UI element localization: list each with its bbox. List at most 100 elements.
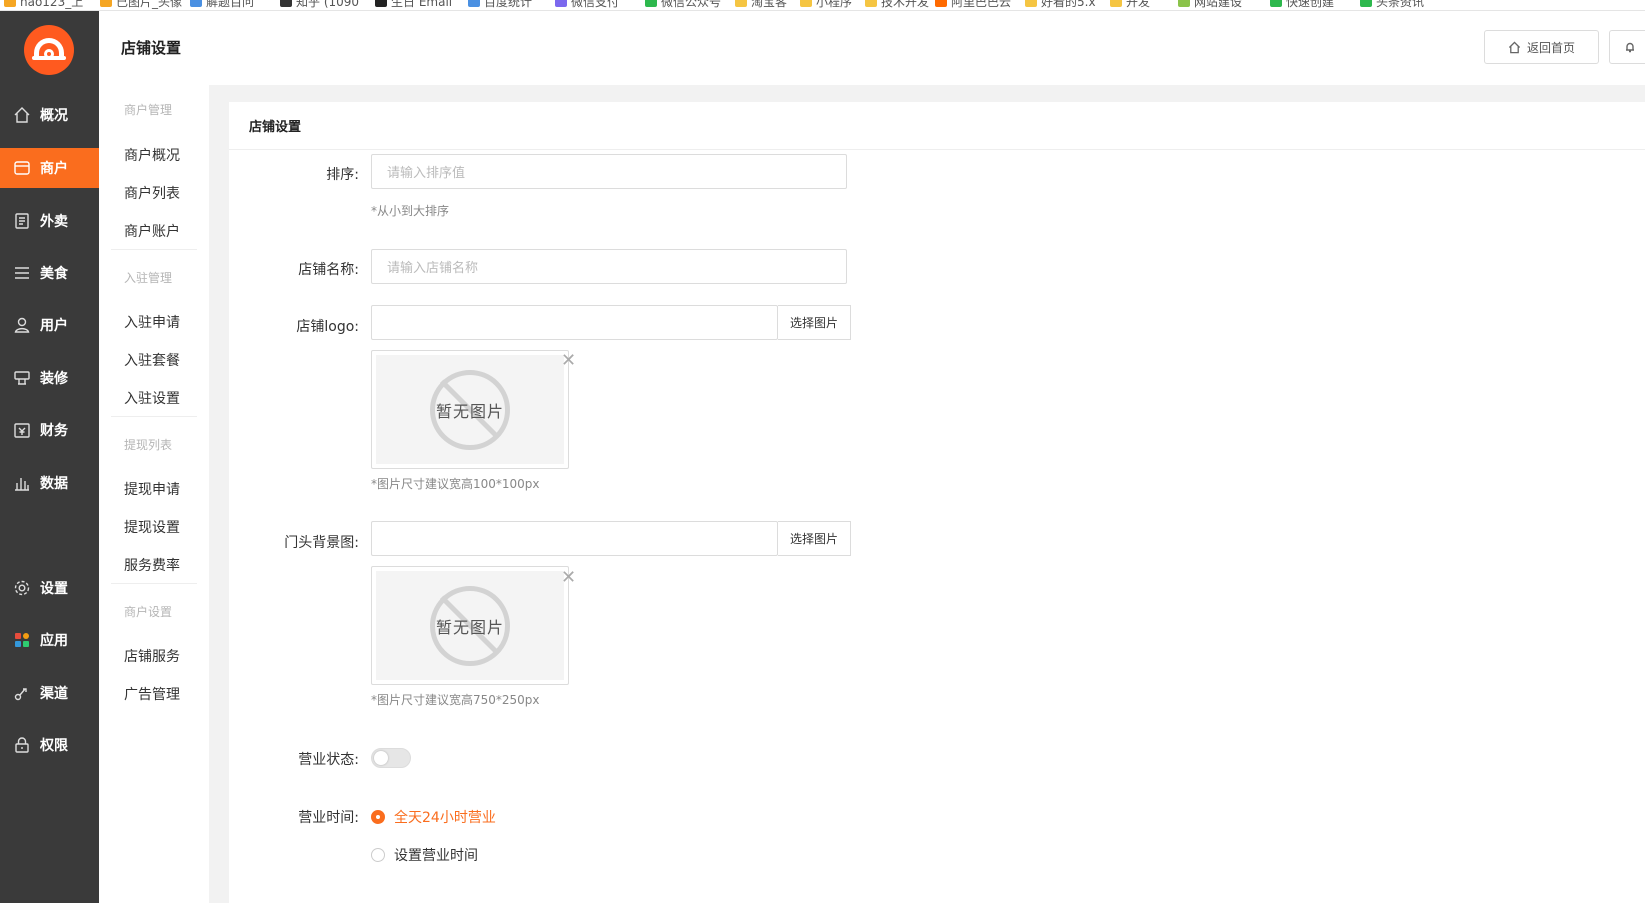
chart-icon <box>13 474 31 492</box>
submenu-item-ad-management[interactable]: 广告管理 <box>124 684 180 704</box>
bookmark-favicon-icon <box>1360 0 1372 7</box>
section-title: 店铺设置 <box>229 102 1645 150</box>
apps-icon <box>13 631 31 649</box>
shop-name-input[interactable]: 请输入店铺名称 <box>371 249 847 284</box>
sidebar-item-finance[interactable]: 财务 <box>0 410 99 450</box>
banner-label: 门头背景图: <box>284 535 359 551</box>
sidebar-item-decoration[interactable]: 装修 <box>0 358 99 398</box>
sidebar-item-permissions[interactable]: 权限 <box>0 725 99 765</box>
bookmark-item[interactable]: 技术开发 <box>865 0 929 9</box>
channel-icon <box>13 684 31 702</box>
sidebar-item-food[interactable]: 美食 <box>0 253 99 293</box>
submenu-group-title: 商户设置 <box>124 605 173 619</box>
logo-select-image-button[interactable]: 选择图片 <box>778 305 851 340</box>
bookmark-item[interactable]: 微信公众号 <box>645 0 721 9</box>
sidebar-item-apps[interactable]: 应用 <box>0 620 99 660</box>
sort-hint: *从小到大排序 <box>371 204 450 218</box>
home-icon <box>1508 40 1521 53</box>
submenu-item-withdraw-apply[interactable]: 提现申请 <box>124 479 180 499</box>
main-sidebar: 概况 商户 外卖 美食 用户 装修 财务 数据 设置 应用 渠道 权限 <box>0 11 99 903</box>
bookmark-folder-icon <box>1025 0 1037 7</box>
logo-preview: 暂无图片 <box>371 350 569 469</box>
submenu-item-shop-service[interactable]: 店铺服务 <box>124 646 180 666</box>
bookmarks-bar: hao123_上 已图片_头像 解题百问 知乎 (1090 生日 Email 百… <box>0 0 1645 11</box>
sort-input[interactable]: 请输入排序值 <box>371 154 847 189</box>
no-image-text: 暂无图片 <box>435 401 504 421</box>
bookmark-folder-icon <box>865 0 877 7</box>
submenu-item-apply[interactable]: 入驻申请 <box>124 312 180 332</box>
bookmark-item[interactable]: 快速创建 <box>1270 0 1334 9</box>
shop-settings-panel: 店铺设置 排序: 请输入排序值 *从小到大排序 店铺名称: 请输入店铺名称 店铺… <box>229 102 1645 903</box>
radio-all-day[interactable]: 全天24小时营业 <box>371 807 496 827</box>
bookmark-item[interactable]: 小程序 <box>800 0 852 9</box>
submenu-item-package[interactable]: 入驻套餐 <box>124 350 180 370</box>
bookmark-favicon-icon <box>1270 0 1282 7</box>
submenu-item-merchant-account[interactable]: 商户账户 <box>124 221 180 241</box>
logo-hint: *图片尺寸建议宽高100*100px <box>371 477 540 491</box>
status-label: 营业状态: <box>298 752 359 768</box>
bookmark-favicon-icon <box>645 0 657 7</box>
bell-icon <box>1626 42 1634 53</box>
submenu-item-merchant-list[interactable]: 商户列表 <box>124 183 180 203</box>
logo-path-input[interactable] <box>371 305 778 340</box>
submenu-divider <box>111 249 197 250</box>
sidebar-item-data[interactable]: 数据 <box>0 463 99 503</box>
sidebar-item-merchant[interactable]: 商户 <box>0 148 99 188</box>
bookmark-item[interactable]: 生日 Email <box>375 0 452 9</box>
bookmark-favicon-icon <box>4 0 16 7</box>
radio-custom-hours[interactable]: 设置营业时间 <box>371 845 478 865</box>
sidebar-item-settings[interactable]: 设置 <box>0 568 99 608</box>
logo-label: 店铺logo: <box>296 319 359 335</box>
bookmark-item[interactable]: 开发 <box>1110 0 1150 9</box>
home-icon <box>13 106 31 124</box>
back-home-button[interactable]: 返回首页 <box>1484 30 1599 64</box>
sort-label: 排序: <box>326 167 359 183</box>
banner-remove-close-icon[interactable]: ✕ <box>561 569 576 587</box>
brand-logo[interactable] <box>24 25 74 75</box>
page-title: 店铺设置 <box>121 39 182 57</box>
radio-checked-icon <box>371 810 385 824</box>
bookmark-item[interactable]: 淘宝客 <box>735 0 787 9</box>
business-status-toggle[interactable] <box>371 748 411 768</box>
bookmark-favicon-icon <box>555 0 567 7</box>
bookmark-item[interactable]: 阿里巴巴云 <box>935 0 1011 9</box>
submenu-item-service-rate[interactable]: 服务费率 <box>124 555 180 575</box>
finance-icon <box>13 421 31 439</box>
submenu-group-title: 商户管理 <box>124 103 173 117</box>
bookmark-favicon-icon <box>1178 0 1190 7</box>
notification-button[interactable] <box>1609 30 1645 64</box>
submenu-item-merchant-overview[interactable]: 商户概况 <box>124 145 180 165</box>
logo-remove-close-icon[interactable]: ✕ <box>561 352 576 370</box>
bookmark-favicon-icon <box>935 0 947 7</box>
gear-icon <box>13 579 31 597</box>
decorate-icon <box>13 369 31 387</box>
bookmark-item[interactable]: 解题百问 <box>190 0 254 9</box>
bookmark-item[interactable]: 头条资讯 <box>1360 0 1424 9</box>
submenu-item-withdraw-settings[interactable]: 提现设置 <box>124 517 180 537</box>
banner-select-image-button[interactable]: 选择图片 <box>778 521 851 556</box>
sidebar-item-takeout[interactable]: 外卖 <box>0 201 99 241</box>
document-icon <box>13 212 31 230</box>
bookmark-favicon-icon <box>190 0 202 7</box>
bookmark-item[interactable]: 微信支付 <box>555 0 619 9</box>
submenu-group-title: 提现列表 <box>124 438 173 452</box>
bookmark-item[interactable]: hao123_上 <box>4 0 83 9</box>
sidebar-item-users[interactable]: 用户 <box>0 305 99 345</box>
bookmark-item[interactable]: 好看的5.x <box>1025 0 1096 9</box>
submenu-divider <box>111 416 197 417</box>
shop-icon <box>13 159 31 177</box>
submenu-divider <box>111 583 197 584</box>
bookmark-item[interactable]: 百度统计 <box>468 0 532 9</box>
submenu-group-title: 入驻管理 <box>124 271 173 285</box>
bookmark-item[interactable]: 知乎 (1090 <box>280 0 359 9</box>
banner-path-input[interactable] <box>371 521 778 556</box>
sidebar-item-channel[interactable]: 渠道 <box>0 673 99 713</box>
bookmark-item[interactable]: 网站建设 <box>1178 0 1242 9</box>
bookmark-folder-icon <box>800 0 812 7</box>
bookmark-item[interactable]: 已图片_头像 <box>100 0 182 9</box>
submenu-item-settle-settings[interactable]: 入驻设置 <box>124 388 180 408</box>
sidebar-item-overview[interactable]: 概况 <box>0 95 99 135</box>
bookmark-folder-icon <box>1110 0 1122 7</box>
banner-preview: 暂无图片 <box>371 566 569 685</box>
user-icon <box>13 316 31 334</box>
